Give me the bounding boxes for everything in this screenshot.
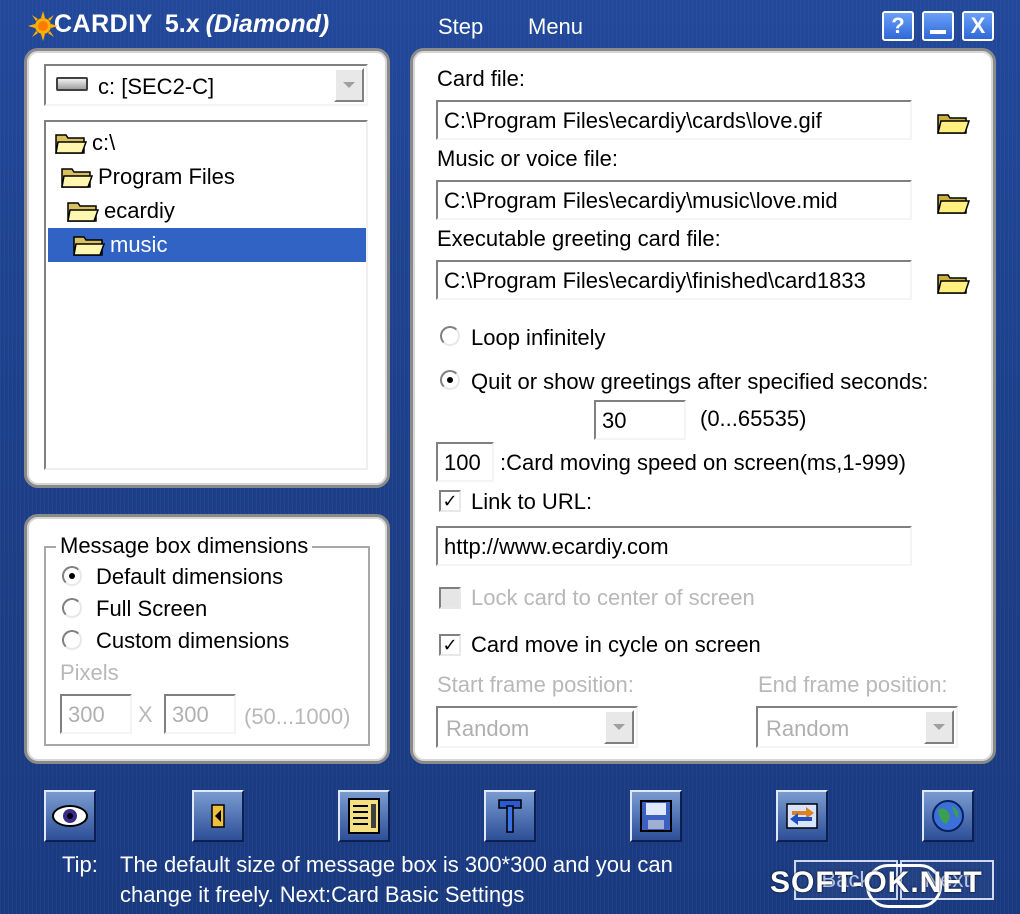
sun-icon (28, 10, 58, 41)
eye-icon (52, 805, 88, 827)
seconds-input[interactable]: 30 (594, 400, 686, 440)
tree-item-label: c:\ (92, 130, 116, 155)
dimension-range-label: (50...1000) (244, 704, 351, 729)
cycle-checkbox[interactable]: ✓ (439, 634, 461, 656)
folder-open-icon (67, 202, 100, 222)
exchange-icon (786, 803, 818, 829)
cycle-label[interactable]: Card move in cycle on screen (471, 632, 761, 658)
globe-icon (932, 800, 964, 832)
watermark: SOFT-OK.NET (770, 866, 983, 899)
chevron-down-icon[interactable] (924, 710, 954, 744)
card-file-label: Card file: (437, 66, 526, 91)
close-button[interactable]: X (962, 11, 994, 41)
speed-input[interactable]: 100 (436, 442, 494, 482)
exchange-button[interactable] (776, 790, 828, 842)
browse-card-folder-icon[interactable] (936, 110, 970, 136)
seconds-range-label: (0...65535) (700, 406, 807, 431)
link-url-label[interactable]: Link to URL: (471, 489, 592, 515)
website-button[interactable] (922, 790, 974, 842)
x-label: X (138, 702, 153, 727)
drive-select[interactable]: c: [SEC2-C] (44, 64, 368, 106)
folder-open-icon (61, 168, 94, 188)
tree-item-label: music (110, 232, 168, 257)
app-version: 5.x (164, 10, 200, 38)
end-frame-select[interactable]: Random (756, 706, 958, 748)
tree-item-music[interactable]: music (48, 228, 366, 262)
app-logo: CARDIY 5.x (Diamond) (28, 10, 330, 41)
menu-menu[interactable]: Menu (528, 14, 583, 40)
speaker-icon (211, 804, 225, 828)
music-file-input[interactable]: C:\Program Files\ecardiy\music\love.mid (436, 180, 912, 220)
width-input[interactable]: 300 (60, 694, 132, 734)
radio-default-dimensions[interactable] (62, 566, 82, 586)
folder-open-icon (73, 236, 106, 256)
url-input[interactable]: http://www.ecardiy.com (436, 526, 912, 566)
sound-button[interactable] (192, 790, 244, 842)
help-button[interactable]: ? (882, 11, 914, 41)
menu-step[interactable]: Step (438, 14, 483, 40)
save-icon (640, 800, 672, 832)
browse-exe-folder-icon[interactable] (936, 270, 970, 296)
tree-item-root[interactable]: c:\ (54, 126, 115, 160)
radio-loop-infinitely[interactable] (440, 326, 460, 346)
end-frame-value: Random (766, 716, 850, 741)
tools-button[interactable] (484, 790, 536, 842)
group-title: Message box dimensions (56, 533, 313, 559)
tip-label: Tip: (62, 852, 98, 877)
link-url-checkbox[interactable]: ✓ (439, 490, 461, 512)
tip-line-2: change it freely. Next:Card Basic Settin… (120, 882, 525, 907)
tree-item-program-files[interactable]: Program Files (60, 160, 235, 194)
minimize-button[interactable] (922, 11, 954, 41)
document-icon (348, 798, 380, 834)
lock-center-checkbox[interactable] (439, 587, 461, 609)
tree-item-label: Program Files (98, 164, 235, 189)
music-file-label: Music or voice file: (437, 146, 618, 171)
tools-icon (498, 799, 522, 833)
loop-label[interactable]: Loop infinitely (471, 325, 606, 351)
card-file-input[interactable]: C:\Program Files\ecardiy\cards\love.gif (436, 100, 912, 140)
lock-center-label: Lock card to center of screen (471, 585, 755, 610)
speed-label: :Card moving speed on screen(ms,1-999) (500, 450, 906, 475)
custom-dimensions-label[interactable]: Custom dimensions (96, 628, 289, 654)
preview-button[interactable] (44, 790, 96, 842)
save-button[interactable] (630, 790, 682, 842)
message-button[interactable] (338, 790, 390, 842)
radio-custom-dimensions[interactable] (62, 630, 82, 650)
pixels-label: Pixels (60, 660, 119, 685)
full-screen-label[interactable]: Full Screen (96, 596, 207, 622)
default-dimensions-label[interactable]: Default dimensions (96, 564, 283, 590)
tip-line-1: The default size of message box is 300*3… (120, 852, 673, 877)
start-frame-value: Random (446, 716, 530, 741)
height-input[interactable]: 300 (164, 694, 236, 734)
radio-full-screen[interactable] (62, 598, 82, 618)
app-edition: (Diamond) (205, 10, 330, 38)
drive-icon (56, 77, 88, 91)
start-frame-select[interactable]: Random (436, 706, 638, 748)
start-frame-label: Start frame position: (437, 672, 634, 697)
tree-item-ecardiy[interactable]: ecardiy (66, 194, 175, 228)
chevron-down-icon[interactable] (334, 68, 364, 102)
exe-file-label: Executable greeting card file: (437, 226, 721, 251)
logo-text: CARDIY (54, 10, 153, 38)
quit-label[interactable]: Quit or show greetings after specified s… (471, 369, 928, 395)
minimize-icon (930, 30, 946, 34)
drive-label: c: [SEC2-C] (98, 74, 215, 99)
exe-file-input[interactable]: C:\Program Files\ecardiy\finished\card18… (436, 260, 912, 300)
chevron-down-icon[interactable] (604, 710, 634, 744)
browse-music-folder-icon[interactable] (936, 190, 970, 216)
folder-open-icon (55, 134, 88, 154)
app-window: CARDIY 5.x (Diamond) Step Menu ? X c: [S… (0, 0, 1020, 914)
end-frame-label: End frame position: (758, 672, 948, 697)
title-bar: CARDIY 5.x (Diamond) Step Menu ? X (0, 0, 1020, 50)
tree-item-label: ecardiy (104, 198, 175, 223)
radio-quit-after-seconds[interactable] (440, 370, 460, 390)
